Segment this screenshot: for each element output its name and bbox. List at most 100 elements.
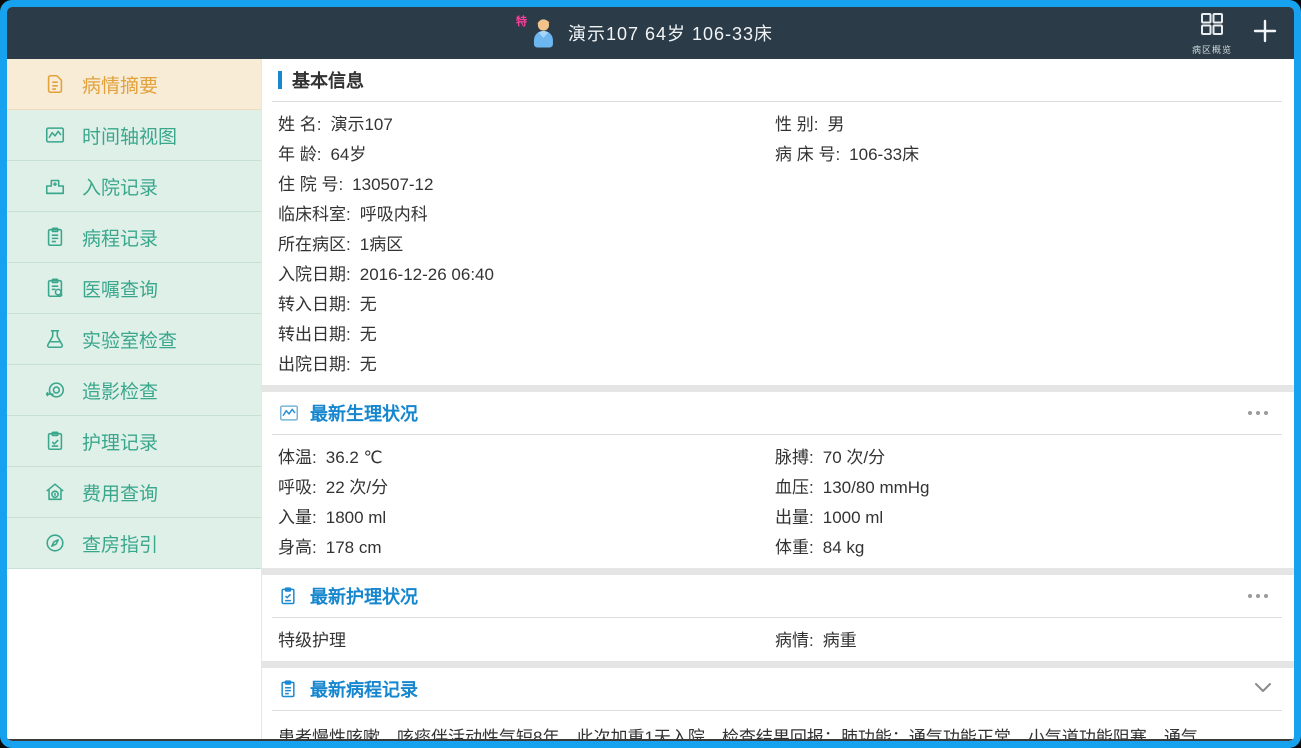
field-value: 36.2 ℃ <box>326 448 383 468</box>
field-value: 病重 <box>823 626 857 651</box>
info-row: 呼吸: 22 次/分 血压: 130/80 mmHg <box>262 470 1294 500</box>
section-title: 基本信息 <box>292 67 364 93</box>
sidebar-item-label: 查房指引 <box>82 530 158 557</box>
sidebar-item-label: 费用查询 <box>82 479 158 506</box>
plus-icon <box>1250 16 1280 51</box>
vitals-rows: 体温: 36.2 ℃ 脉搏: 70 次/分 呼吸: 22 次/分 血压: 130/80 … <box>262 435 1294 568</box>
admission-hospital-icon <box>43 174 67 198</box>
field-label: 体温: <box>278 443 317 468</box>
sidebar-item-label: 实验室检查 <box>82 326 177 353</box>
field-value: 106-33床 <box>849 140 919 165</box>
info-row: 出院日期:无 <box>262 347 1294 377</box>
sidebar: 病情摘要 时间轴视图 入院记录 <box>7 59 262 741</box>
sidebar-item-label: 造影检查 <box>82 377 158 404</box>
field-label: 血压: <box>775 473 814 498</box>
sidebar-item-summary[interactable]: 病情摘要 <box>7 59 261 110</box>
section-separator <box>262 568 1294 575</box>
field-label: 姓 名: <box>278 110 321 135</box>
info-row: 体温: 36.2 ℃ 脉搏: 70 次/分 <box>262 440 1294 470</box>
info-row: 身高:178 cm 体重:84 kg <box>262 530 1294 560</box>
sidebar-item-rounds[interactable]: 查房指引 <box>7 518 261 569</box>
sidebar-item-imaging[interactable]: 造影检查 <box>7 365 261 416</box>
field-label: 转入日期: <box>278 290 351 315</box>
top-bar: 特 演示107 64岁 106-33床 <box>7 7 1294 59</box>
field-value: 演示107 <box>330 110 392 135</box>
section-title: 最新生理状况 <box>310 400 418 426</box>
field-value: 130/80 mmHg <box>823 478 930 498</box>
info-row: 转出日期:无 <box>262 317 1294 347</box>
section-title: 最新护理状况 <box>310 583 418 609</box>
sidebar-item-label: 护理记录 <box>82 428 158 455</box>
field-label: 入院日期: <box>278 260 351 285</box>
sidebar-item-progress-notes[interactable]: 病程记录 <box>7 212 261 263</box>
info-row: 临床科室: 呼吸内科 <box>262 197 1294 227</box>
rounds-compass-icon <box>43 531 67 555</box>
section-separator <box>262 661 1294 668</box>
chevron-down-icon[interactable] <box>1254 680 1272 698</box>
basic-info-header: 基本信息 <box>262 59 1294 101</box>
clipboard-icon <box>278 585 300 607</box>
vitals-header[interactable]: 最新生理状况 <box>262 392 1294 434</box>
field-label: 入量: <box>278 503 317 528</box>
field-label: 出院日期: <box>278 350 351 375</box>
field-label: 所在病区: <box>278 230 351 255</box>
basic-info-rows: 姓 名:演示107 性 别:男 年 龄:64岁 病 床 号:106-33床 住 … <box>262 102 1294 385</box>
sidebar-item-orders[interactable]: 医嘱查询 <box>7 263 261 314</box>
ward-overview-label: 病区概览 <box>1192 43 1232 56</box>
title-accent-bar <box>278 71 282 89</box>
field-label: 身高: <box>278 533 317 558</box>
field-value: 1000 ml <box>823 508 883 528</box>
sidebar-item-nursing[interactable]: 护理记录 <box>7 416 261 467</box>
field-label: 病情: <box>775 626 814 651</box>
field-value: 无 <box>360 290 377 315</box>
info-row: 入量:1800 ml 出量:1000 ml <box>262 500 1294 530</box>
progress-header[interactable]: 最新病程记录 <box>262 668 1294 710</box>
progress-note-text: 患者慢性咳嗽、咳痰伴活动性气短8年，此次加重1天入院，检查结果回报：肺功能：通气… <box>278 723 1274 741</box>
orders-clipboard-search-icon <box>43 276 67 300</box>
field-label: 病 床 号: <box>775 140 840 165</box>
clipboard-icon <box>278 678 300 700</box>
info-row: 年 龄:64岁 病 床 号:106-33床 <box>262 137 1294 167</box>
field-value: 64岁 <box>330 140 366 165</box>
patient-header[interactable]: 特 演示107 64岁 106-33床 <box>528 17 773 49</box>
sidebar-item-label: 病程记录 <box>82 224 158 251</box>
field-label: 性 别: <box>775 110 818 135</box>
field-value: 22 次/分 <box>326 473 388 498</box>
patient-avatar-icon: 特 <box>528 17 558 49</box>
app-window: 特 演示107 64岁 106-33床 <box>0 0 1301 748</box>
info-row: 转入日期: 无 <box>262 287 1294 317</box>
nursing-header[interactable]: 最新护理状况 <box>262 575 1294 617</box>
more-menu-icon[interactable] <box>1246 588 1270 604</box>
field-label: 特级护理 <box>278 626 346 651</box>
sidebar-item-lab[interactable]: 实验室检查 <box>7 314 261 365</box>
sidebar-item-cost[interactable]: 费用查询 <box>7 467 261 518</box>
info-row: 住 院 号: 130507-12 <box>262 167 1294 197</box>
sidebar-item-timeline[interactable]: 时间轴视图 <box>7 110 261 161</box>
info-row: 所在病区:1病区 <box>262 227 1294 257</box>
field-label: 体重: <box>775 533 814 558</box>
patient-title: 演示107 64岁 106-33床 <box>568 20 773 46</box>
sidebar-item-label: 病情摘要 <box>82 71 158 98</box>
field-value: 2016-12-26 06:40 <box>360 265 494 285</box>
add-button[interactable] <box>1250 16 1280 51</box>
field-value: 呼吸内科 <box>360 200 428 225</box>
field-value: 无 <box>360 320 377 345</box>
field-label: 脉搏: <box>775 443 814 468</box>
field-label: 呼吸: <box>278 473 317 498</box>
field-value: 70 次/分 <box>823 443 885 468</box>
progress-clipboard-icon <box>43 225 67 249</box>
field-value: 178 cm <box>326 538 382 558</box>
field-label: 临床科室: <box>278 200 351 225</box>
progress-note-container: 患者慢性咳嗽、咳痰伴活动性气短8年，此次加重1天入院，检查结果回报：肺功能：通气… <box>262 711 1294 741</box>
ward-overview-button[interactable]: 病区概览 <box>1192 11 1232 56</box>
sidebar-item-label: 时间轴视图 <box>82 122 177 149</box>
field-value: 1800 ml <box>326 508 386 528</box>
nursing-rows: 特级护理 病情: 病重 <box>262 618 1294 661</box>
field-value: 130507-12 <box>352 175 433 195</box>
sidebar-item-admission[interactable]: 入院记录 <box>7 161 261 212</box>
grid-icon <box>1199 11 1225 42</box>
more-menu-icon[interactable] <box>1246 405 1270 421</box>
field-label: 住 院 号: <box>278 170 343 195</box>
special-care-badge: 特 <box>516 13 527 29</box>
cost-home-icon <box>43 480 67 504</box>
